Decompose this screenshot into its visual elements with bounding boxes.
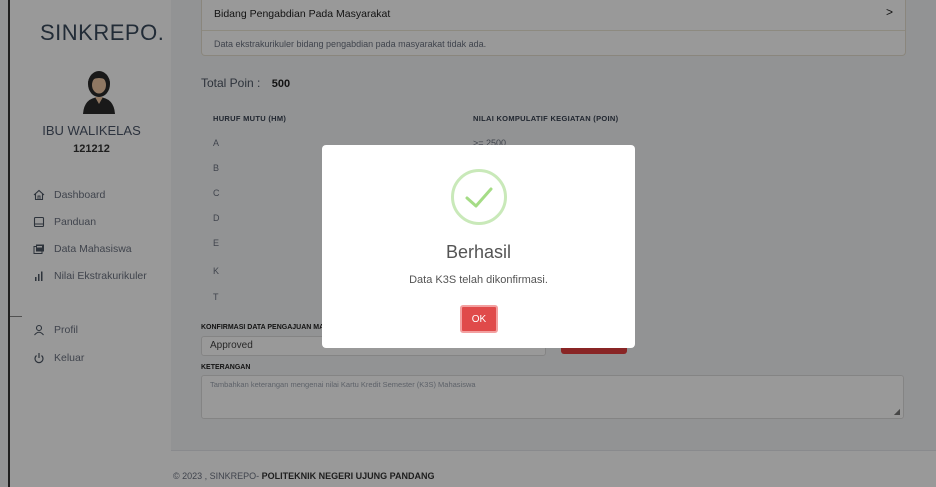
modal-title: Berhasil: [445, 242, 512, 262]
success-modal: Berhasil Data K3S telah dikonfirmasi. OK: [322, 145, 635, 348]
ok-button[interactable]: OK: [460, 305, 498, 333]
success-check-icon: [451, 169, 507, 225]
modal-message: Data K3S telah dikonfirmasi.: [409, 274, 548, 286]
